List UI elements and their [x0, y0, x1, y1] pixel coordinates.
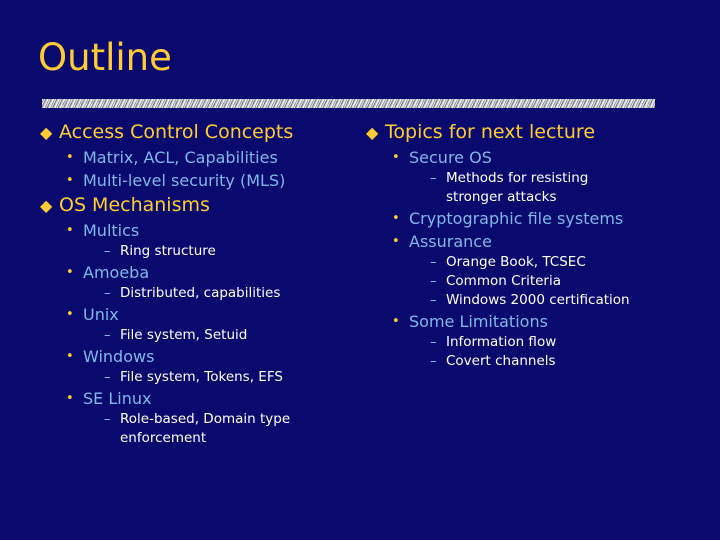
- outline-item-level2: • Matrix, ACL, Capabilities: [66, 146, 380, 169]
- outline-item-label: File system, Tokens, EFS: [120, 369, 283, 385]
- outline-item-label: Cryptographic file systems: [409, 209, 624, 228]
- dot-bullet-icon: •: [66, 349, 74, 364]
- outline-item-label: Access Control Concepts: [59, 121, 294, 143]
- outline-item-label: Windows: [83, 347, 155, 366]
- diamond-bullet-icon: ◆: [366, 123, 379, 142]
- outline-item-label: Multics: [83, 221, 140, 240]
- outline-item-level2: • Unix: [66, 303, 380, 326]
- outline-item-label: Methods for resisting stronger attacks: [446, 170, 589, 205]
- outline-item-label: Some Limitations: [409, 312, 548, 331]
- outline-item-level3: – File system, Setuid: [104, 326, 380, 345]
- outline-column-right: ◆ Topics for next lecture • Secure OS – Metho…: [366, 119, 706, 371]
- dot-bullet-icon: •: [66, 150, 74, 165]
- outline-item-label: File system, Setuid: [120, 327, 248, 343]
- dash-bullet-icon: –: [104, 286, 111, 301]
- outline-item-label: Windows 2000 certification: [446, 292, 630, 308]
- dash-bullet-icon: –: [430, 171, 437, 186]
- dash-bullet-icon: –: [430, 255, 437, 270]
- outline-item-level3: – Orange Book, TCSEC: [430, 253, 706, 272]
- outline-item-label: Orange Book, TCSEC: [446, 254, 586, 270]
- outline-item-label: Topics for next lecture: [385, 121, 596, 143]
- outline-item-label: Ring structure: [120, 243, 216, 259]
- outline-item-level2: • Amoeba: [66, 261, 380, 284]
- outline-item-level1: ◆ Access Control Concepts: [40, 120, 380, 145]
- dot-bullet-icon: •: [66, 307, 74, 322]
- dash-bullet-icon: –: [104, 412, 111, 427]
- outline-item-level3: – Covert channels: [430, 352, 706, 371]
- dot-bullet-icon: •: [392, 234, 400, 249]
- title-divider-bar: [42, 99, 655, 108]
- outline-item-level3: – Methods for resisting stronger attacks: [430, 169, 706, 207]
- outline-item-label: Matrix, ACL, Capabilities: [83, 148, 278, 167]
- diamond-bullet-icon: ◆: [40, 123, 53, 142]
- outline-item-level3: – File system, Tokens, EFS: [104, 368, 380, 387]
- outline-item-label: OS Mechanisms: [59, 194, 210, 216]
- dot-bullet-icon: •: [66, 391, 74, 406]
- outline-item-level2: • Windows: [66, 345, 380, 368]
- outline-item-level3: – Windows 2000 certification: [430, 291, 706, 310]
- outline-item-label: Multi-level security (MLS): [83, 171, 286, 190]
- dash-bullet-icon: –: [104, 328, 111, 343]
- dash-bullet-icon: –: [104, 244, 111, 259]
- outline-item-level2: • Multi-level security (MLS): [66, 169, 380, 192]
- outline-item-label: Assurance: [409, 232, 492, 251]
- outline-item-level2: • Multics: [66, 219, 380, 242]
- dash-bullet-icon: –: [430, 293, 437, 308]
- outline-item-level3: – Distributed, capabilities: [104, 284, 380, 303]
- outline-item-label: Information flow: [446, 334, 557, 350]
- outline-item-label: Secure OS: [409, 148, 492, 167]
- outline-item-level1: ◆ OS Mechanisms: [40, 193, 380, 218]
- outline-item-label: Unix: [83, 305, 119, 324]
- outline-item-label: Common Criteria: [446, 273, 561, 289]
- outline-item-level2: • Some Limitations: [392, 310, 706, 333]
- outline-item-level2: • SE Linux: [66, 387, 380, 410]
- outline-item-level3: – Role-based, Domain type enforcement: [104, 410, 380, 448]
- dot-bullet-icon: •: [392, 150, 400, 165]
- outline-item-level3: – Information flow: [430, 333, 706, 352]
- outline-item-level1: ◆ Topics for next lecture: [366, 120, 706, 145]
- outline-item-label: Covert channels: [446, 353, 556, 369]
- dash-bullet-icon: –: [104, 370, 111, 385]
- dot-bullet-icon: •: [392, 211, 400, 226]
- outline-item-level3: – Ring structure: [104, 242, 380, 261]
- dot-bullet-icon: •: [66, 173, 74, 188]
- outline-item-level2: • Assurance: [392, 230, 706, 253]
- outline-item-label: Distributed, capabilities: [120, 285, 281, 301]
- outline-item-label: Amoeba: [83, 263, 150, 282]
- outline-item-level3: – Common Criteria: [430, 272, 706, 291]
- diamond-bullet-icon: ◆: [40, 196, 53, 215]
- dot-bullet-icon: •: [66, 223, 74, 238]
- page-title: Outline: [38, 36, 172, 79]
- dash-bullet-icon: –: [430, 354, 437, 369]
- dash-bullet-icon: –: [430, 335, 437, 350]
- outline-item-label: SE Linux: [83, 389, 152, 408]
- outline-item-level2: • Cryptographic file systems: [392, 207, 706, 230]
- presentation-slide: Outline ◆ Access Control Concepts • Matrix,…: [0, 0, 720, 540]
- outline-column-left: ◆ Access Control Concepts • Matrix, ACL, Ca…: [40, 119, 380, 448]
- outline-item-label: Role-based, Domain type enforcement: [120, 411, 291, 446]
- dot-bullet-icon: •: [392, 314, 400, 329]
- dot-bullet-icon: •: [66, 265, 74, 280]
- outline-item-level2: • Secure OS: [392, 146, 706, 169]
- dash-bullet-icon: –: [430, 274, 437, 289]
